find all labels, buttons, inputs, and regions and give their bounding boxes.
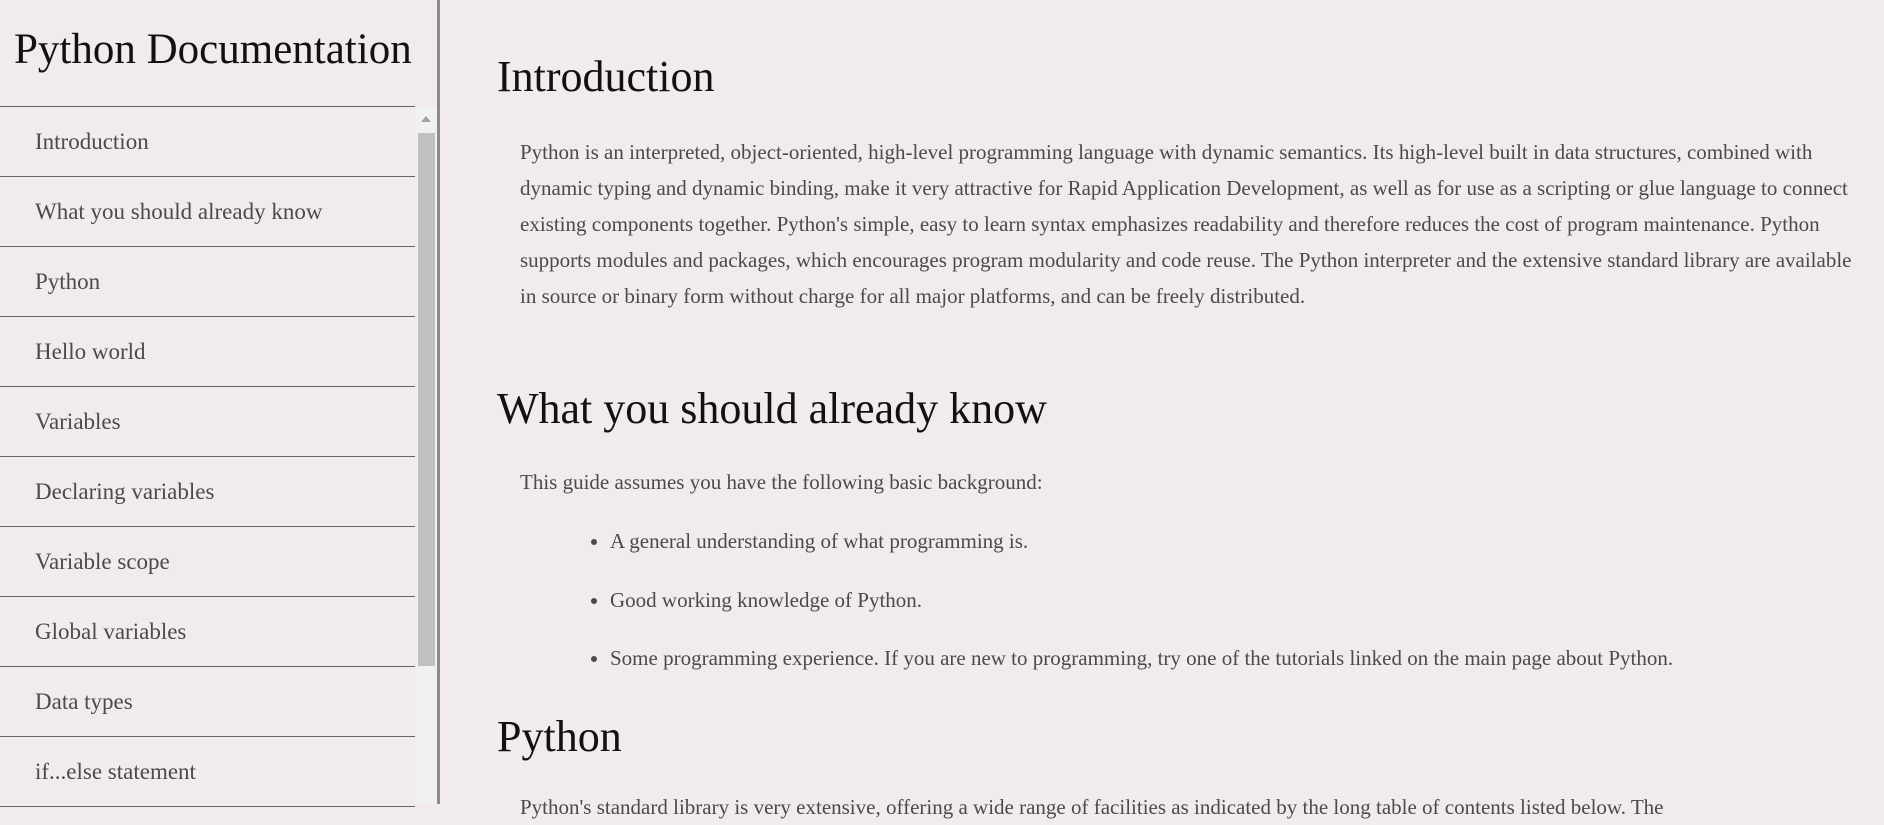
nav-scrollbar[interactable]: [415, 107, 437, 804]
section-heading-what-you-should-already-know: What you should already know: [497, 384, 1047, 433]
nav-link-global-variables[interactable]: Global variables: [0, 597, 415, 667]
nav-title: Python Documentation: [0, 0, 415, 107]
nav-link-variable-scope[interactable]: Variable scope: [0, 527, 415, 597]
section-heading-introduction: Introduction: [497, 52, 715, 101]
nav-link-variables[interactable]: Variables: [0, 387, 415, 457]
nav-link-hello-world[interactable]: Hello world: [0, 317, 415, 387]
list-item: Some programming experience. If you are …: [610, 640, 1884, 699]
nav-link-data-types[interactable]: Data types: [0, 667, 415, 737]
list-item: A general understanding of what programm…: [610, 523, 1884, 582]
nav-list: Introduction What you should already kno…: [0, 107, 415, 807]
python-paragraph: Python's standard library is very extens…: [520, 795, 1664, 819]
nav-link-declaring-variables[interactable]: Declaring variables: [0, 457, 415, 527]
section-heading-python: Python: [497, 712, 622, 761]
nav-link-if-else-statement[interactable]: if...else statement: [0, 737, 415, 807]
list-item: Good working knowledge of Python.: [610, 582, 1884, 641]
background-list: A general understanding of what programm…: [497, 523, 1884, 699]
nav-link-introduction[interactable]: Introduction: [0, 107, 415, 177]
navbar: Python Documentation Introduction What y…: [0, 0, 440, 807]
nav-link-python[interactable]: Python: [0, 247, 415, 317]
scrollbar-thumb[interactable]: [418, 133, 435, 666]
know-paragraph: This guide assumes you have the followin…: [520, 470, 1043, 494]
scroll-up-arrow-icon[interactable]: [421, 116, 431, 122]
intro-paragraph: Python is an interpreted, object-oriente…: [520, 140, 1852, 308]
nav-link-what-you-should-already-know[interactable]: What you should already know: [0, 177, 415, 247]
